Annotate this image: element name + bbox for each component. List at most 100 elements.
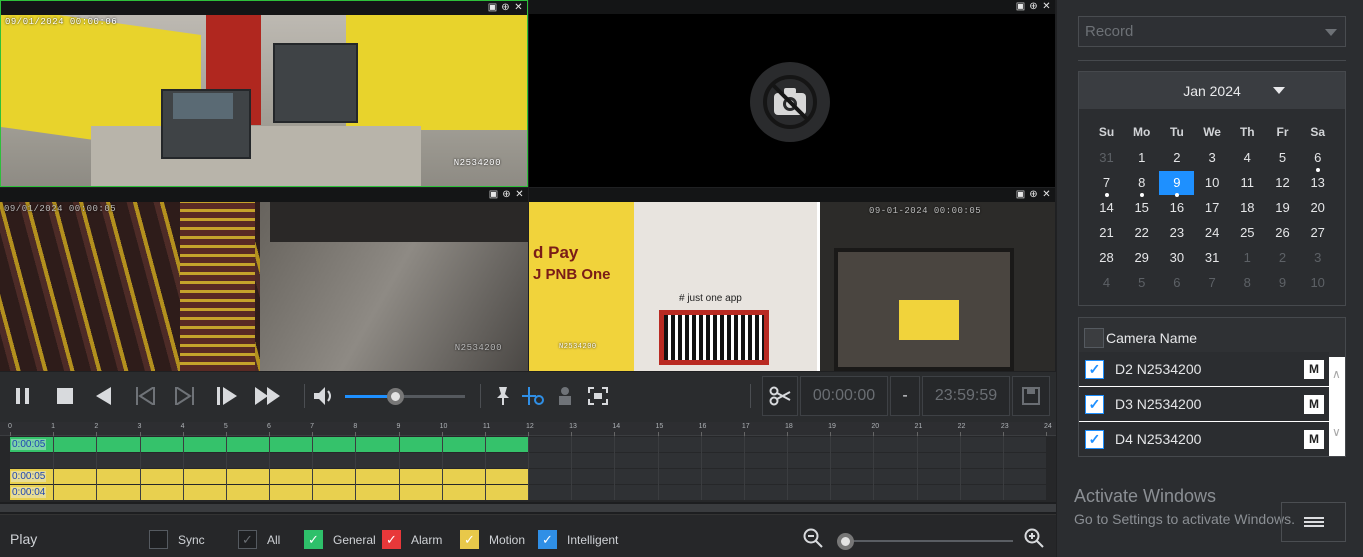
calendar-day[interactable]: 12 [1265, 171, 1300, 195]
volume-slider[interactable] [345, 388, 465, 405]
camera-checkbox[interactable]: ✓ [1085, 429, 1104, 449]
previous-frame-icon[interactable] [132, 382, 158, 410]
fast-forward-icon[interactable] [254, 382, 282, 410]
menu-button[interactable] [1281, 502, 1346, 542]
calendar-day[interactable]: 21 [1089, 221, 1124, 245]
calendar-day[interactable]: 8 [1230, 271, 1265, 295]
smart-search-icon[interactable] [520, 382, 546, 410]
timeline-zoom-slider[interactable] [837, 533, 1013, 550]
calendar-day[interactable]: 8 [1124, 171, 1159, 197]
calendar-day[interactable]: 13 [1300, 171, 1335, 195]
calendar-day[interactable]: 18 [1230, 196, 1265, 220]
checkbox[interactable]: ✓ [382, 530, 401, 549]
calendar-day[interactable]: 29 [1124, 246, 1159, 270]
calendar-day[interactable]: 22 [1124, 221, 1159, 245]
stop-icon[interactable] [52, 382, 78, 410]
slow-play-icon[interactable] [214, 382, 240, 410]
volume-icon[interactable] [312, 382, 336, 410]
calendar-day[interactable]: 28 [1089, 246, 1124, 270]
camera-checkbox[interactable]: ✓ [1085, 359, 1104, 379]
camera-checkbox[interactable]: ✓ [1085, 394, 1104, 414]
zoom-icon[interactable]: ⊕ [500, 3, 511, 14]
alarm-checkbox[interactable]: ✓ Alarm [382, 530, 442, 549]
close-icon[interactable]: ✕ [1041, 2, 1052, 13]
calendar-month-selector[interactable]: Jan 2024 [1079, 72, 1345, 109]
calendar-day[interactable]: 24 [1195, 221, 1230, 245]
calendar-day[interactable]: 20 [1300, 196, 1335, 220]
calendar-day[interactable]: 27 [1300, 221, 1335, 245]
calendar-day[interactable]: 3 [1300, 246, 1335, 270]
calendar-day[interactable]: 1 [1124, 146, 1159, 170]
snapshot-icon[interactable]: ▣ [488, 190, 499, 201]
select-all-checkbox[interactable] [1084, 327, 1104, 348]
calendar-day[interactable]: 7 [1195, 271, 1230, 295]
zoom-icon[interactable]: ⊕ [1028, 190, 1039, 201]
timeline-scrollbar[interactable] [0, 502, 1056, 514]
calendar-day[interactable]: 17 [1195, 196, 1230, 220]
calendar-day[interactable]: 2 [1265, 246, 1300, 270]
clip-end-time[interactable]: 23:59:59 [922, 376, 1010, 416]
zoom-icon[interactable]: ⊕ [501, 190, 512, 201]
calendar-day[interactable]: 9 [1159, 171, 1195, 197]
general-checkbox[interactable]: ✓ General [304, 530, 376, 549]
calendar-day[interactable]: 31 [1195, 246, 1230, 270]
fullscreen-icon[interactable] [586, 382, 610, 410]
calendar-day[interactable]: 10 [1195, 171, 1230, 195]
video-pane-3[interactable]: ▣ ⊕ ✕ 09/01/2024 00:00:05 N2534200 [0, 188, 528, 371]
calendar-day[interactable]: 19 [1265, 196, 1300, 220]
close-icon[interactable]: ✕ [513, 3, 524, 14]
checkbox[interactable] [149, 530, 168, 549]
close-icon[interactable]: ✕ [1041, 190, 1052, 201]
calendar-day[interactable]: 25 [1230, 221, 1265, 245]
pause-icon[interactable] [10, 382, 36, 410]
snapshot-icon[interactable]: ▣ [1015, 190, 1026, 201]
next-frame-icon[interactable] [172, 382, 198, 410]
timeline[interactable]: 0 1 2 3 4 5 6 7 8 9 10 11 12 13 14 15 16 17 18 19 20 21 22 23 24… [0, 422, 1056, 514]
main-stream-badge[interactable]: M [1304, 429, 1324, 449]
zoom-slider-knob[interactable] [837, 533, 854, 550]
calendar-day[interactable]: 10 [1300, 271, 1335, 295]
calendar-day[interactable]: 9 [1265, 271, 1300, 295]
snapshot-icon[interactable]: ▣ [487, 3, 498, 14]
calendar-day[interactable]: 5 [1265, 146, 1300, 170]
motion-checkbox[interactable]: ✓ Motion [460, 530, 525, 549]
person-search-icon[interactable] [552, 382, 578, 410]
calendar-day[interactable]: 3 [1195, 146, 1230, 170]
calendar-day[interactable]: 2 [1159, 146, 1194, 170]
scroll-up-icon[interactable]: ∧ [1332, 367, 1341, 381]
record-type-select[interactable]: Record [1078, 16, 1346, 47]
pin-icon[interactable] [490, 382, 514, 410]
calendar-day[interactable]: 1 [1230, 246, 1265, 270]
zoom-out-icon[interactable] [803, 528, 823, 553]
video-pane-4[interactable]: d Pay J PNB One # just one app ▣ ⊕ ✕ 09-… [529, 188, 1055, 371]
calendar-day[interactable]: 7 [1089, 171, 1124, 197]
clip-cut-button[interactable] [762, 376, 798, 416]
play-backward-icon[interactable] [90, 382, 116, 410]
scrollbar-thumb[interactable] [0, 504, 1056, 512]
calendar-day[interactable]: 11 [1230, 171, 1265, 195]
calendar-day[interactable]: 26 [1265, 221, 1300, 245]
close-icon[interactable]: ✕ [514, 190, 525, 201]
sync-checkbox[interactable]: Sync [149, 530, 205, 549]
checkbox[interactable]: ✓ [304, 530, 323, 549]
camera-list-item[interactable]: ✓ D3 N2534200 M [1079, 387, 1329, 421]
camera-list-scrollbar[interactable]: ∧ ∨ [1330, 357, 1345, 456]
checkbox[interactable]: ✓ [460, 530, 479, 549]
calendar-day[interactable]: 6 [1159, 271, 1194, 295]
camera-list-item[interactable]: ✓ D4 N2534200 M [1079, 422, 1329, 456]
clip-start-time[interactable]: 00:00:00 [800, 376, 888, 416]
volume-slider-knob[interactable] [387, 388, 405, 405]
all-checkbox[interactable]: ✓ All [238, 530, 280, 549]
checkbox[interactable]: ✓ [538, 530, 557, 549]
calendar-day[interactable]: 23 [1159, 221, 1194, 245]
calendar-day[interactable]: 15 [1124, 196, 1159, 220]
calendar-day[interactable]: 31 [1089, 146, 1124, 170]
main-stream-badge[interactable]: M [1304, 359, 1324, 379]
intelligent-checkbox[interactable]: ✓ Intelligent [538, 530, 618, 549]
calendar-day[interactable]: 6 [1300, 146, 1335, 172]
calendar-day[interactable]: 14 [1089, 196, 1124, 220]
video-pane-2[interactable]: ▣ ⊕ ✕ [529, 0, 1055, 187]
checkbox[interactable]: ✓ [238, 530, 257, 549]
zoom-in-icon[interactable] [1024, 528, 1044, 553]
scroll-down-icon[interactable]: ∨ [1332, 425, 1341, 439]
